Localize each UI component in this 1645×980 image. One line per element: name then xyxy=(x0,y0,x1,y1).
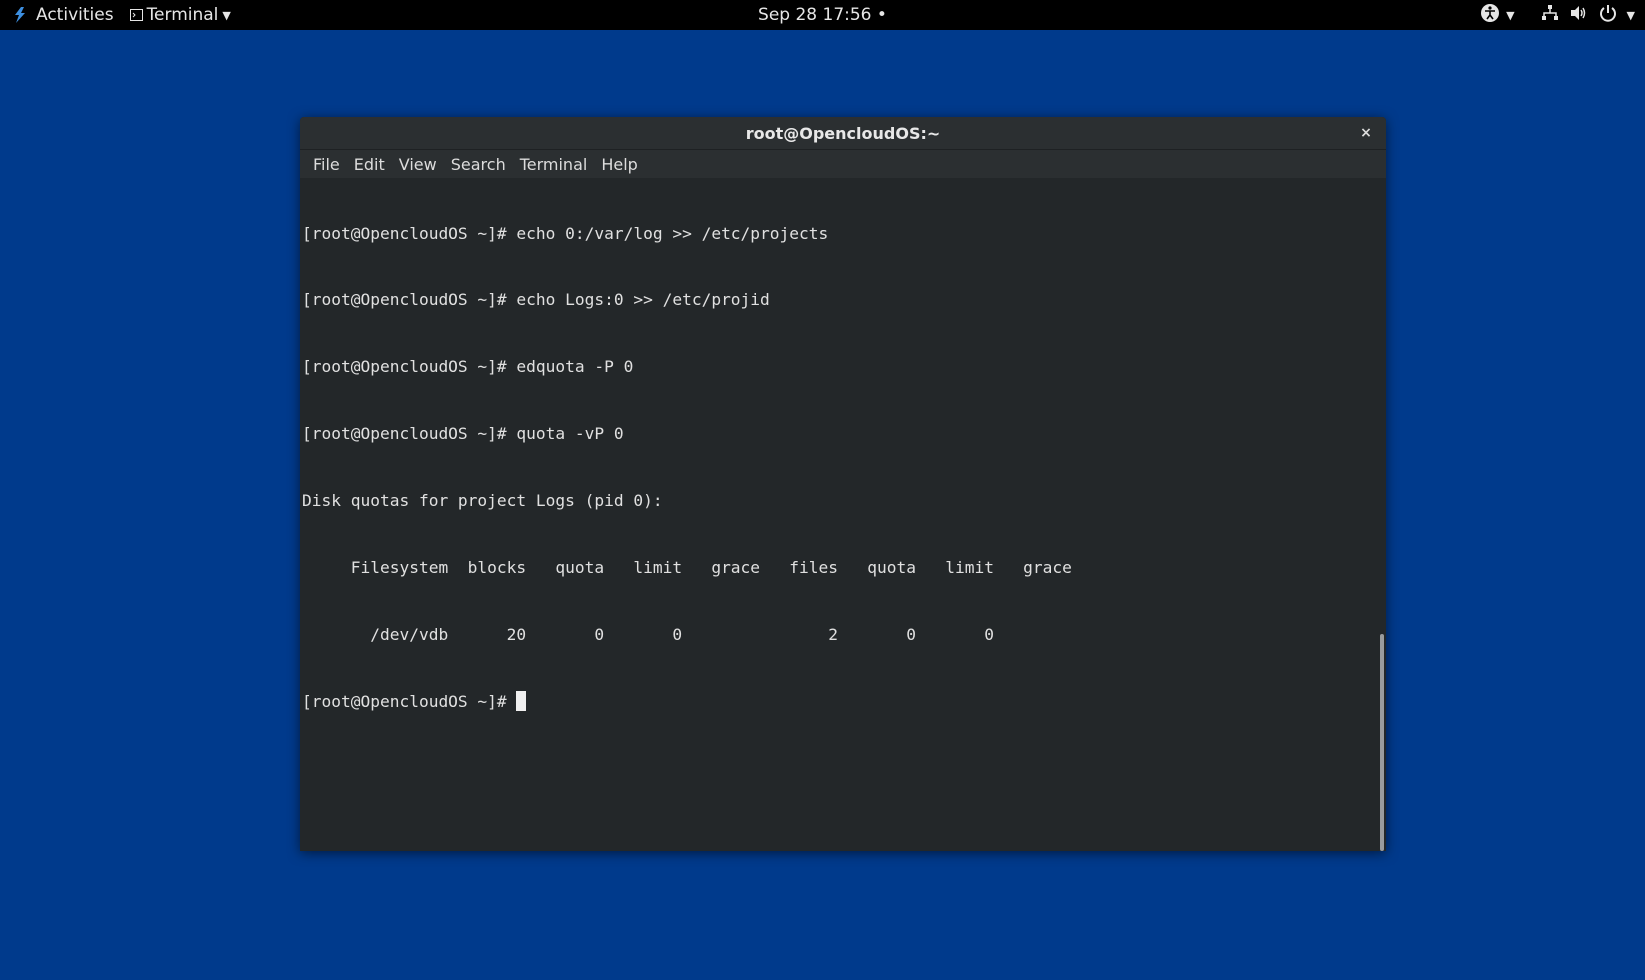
scrollbar[interactable] xyxy=(1376,178,1384,851)
opencloudos-logo-icon[interactable] xyxy=(12,6,28,24)
app-menu-label: Terminal xyxy=(146,5,219,25)
close-icon: × xyxy=(1360,125,1372,141)
power-icon xyxy=(1599,4,1617,27)
top-bar: Activities Terminal ▼ Sep 28 17:56 • ▼ ▼ xyxy=(0,0,1645,30)
app-menu-terminal[interactable]: Terminal ▼ xyxy=(129,5,231,25)
menu-search[interactable]: Search xyxy=(444,155,513,174)
terminal-output[interactable]: [root@OpencloudOS ~]# echo 0:/var/log >>… xyxy=(300,178,1378,851)
network-icon xyxy=(1541,4,1559,27)
terminal-line: [root@OpencloudOS ~]# echo 0:/var/log >>… xyxy=(302,223,829,243)
terminal-line: [root@OpencloudOS ~]# quota -vP 0 xyxy=(302,424,624,444)
top-bar-left: Activities Terminal ▼ xyxy=(12,0,231,30)
window-titlebar[interactable]: root@OpencloudOS:~ × xyxy=(300,117,1386,150)
terminal-line: /dev/vdb 20 0 0 2 0 0 xyxy=(302,624,994,644)
terminal-line: [root@OpencloudOS ~]# echo Logs:0 >> /et… xyxy=(302,290,770,310)
terminal-line: Disk quotas for project Logs (pid 0): xyxy=(302,491,663,511)
chevron-down-icon: ▼ xyxy=(1506,8,1515,22)
terminal-line: [root@OpencloudOS ~]# edquota -P 0 xyxy=(302,357,634,377)
volume-icon xyxy=(1569,4,1589,27)
accessibility-menu[interactable]: ▼ xyxy=(1480,3,1515,28)
system-menu[interactable]: ▼ xyxy=(1541,4,1635,27)
terminal-prompt: [root@OpencloudOS ~]# xyxy=(302,691,517,711)
terminal-prompt-line[interactable]: [root@OpencloudOS ~]# xyxy=(302,690,1378,713)
activities-button[interactable]: Activities xyxy=(36,5,114,25)
chevron-down-icon: ▼ xyxy=(222,8,231,22)
menu-view[interactable]: View xyxy=(392,155,444,174)
scrollbar-thumb[interactable] xyxy=(1380,634,1384,851)
top-bar-right: ▼ ▼ xyxy=(1480,0,1635,30)
terminal-window[interactable]: root@OpencloudOS:~ × File Edit View Sear… xyxy=(300,117,1386,851)
accessibility-icon xyxy=(1480,3,1500,28)
chevron-down-icon: ▼ xyxy=(1626,8,1635,22)
clock[interactable]: Sep 28 17:56 • xyxy=(758,5,887,25)
top-bar-center: Sep 28 17:56 • xyxy=(0,0,1645,30)
menu-edit[interactable]: Edit xyxy=(347,155,392,174)
window-title: root@OpencloudOS:~ xyxy=(745,123,941,143)
notification-dot: • xyxy=(876,5,887,25)
terminal-cursor xyxy=(516,690,527,711)
terminal-line: Filesystem blocks quota limit grace file… xyxy=(302,558,1072,578)
menu-bar: File Edit View Search Terminal Help xyxy=(300,150,1386,178)
terminal-icon xyxy=(129,9,143,21)
menu-help[interactable]: Help xyxy=(594,155,644,174)
menu-terminal[interactable]: Terminal xyxy=(513,155,595,174)
clock-text: Sep 28 17:56 xyxy=(758,5,872,25)
menu-file[interactable]: File xyxy=(306,155,347,174)
close-button[interactable]: × xyxy=(1356,123,1376,143)
